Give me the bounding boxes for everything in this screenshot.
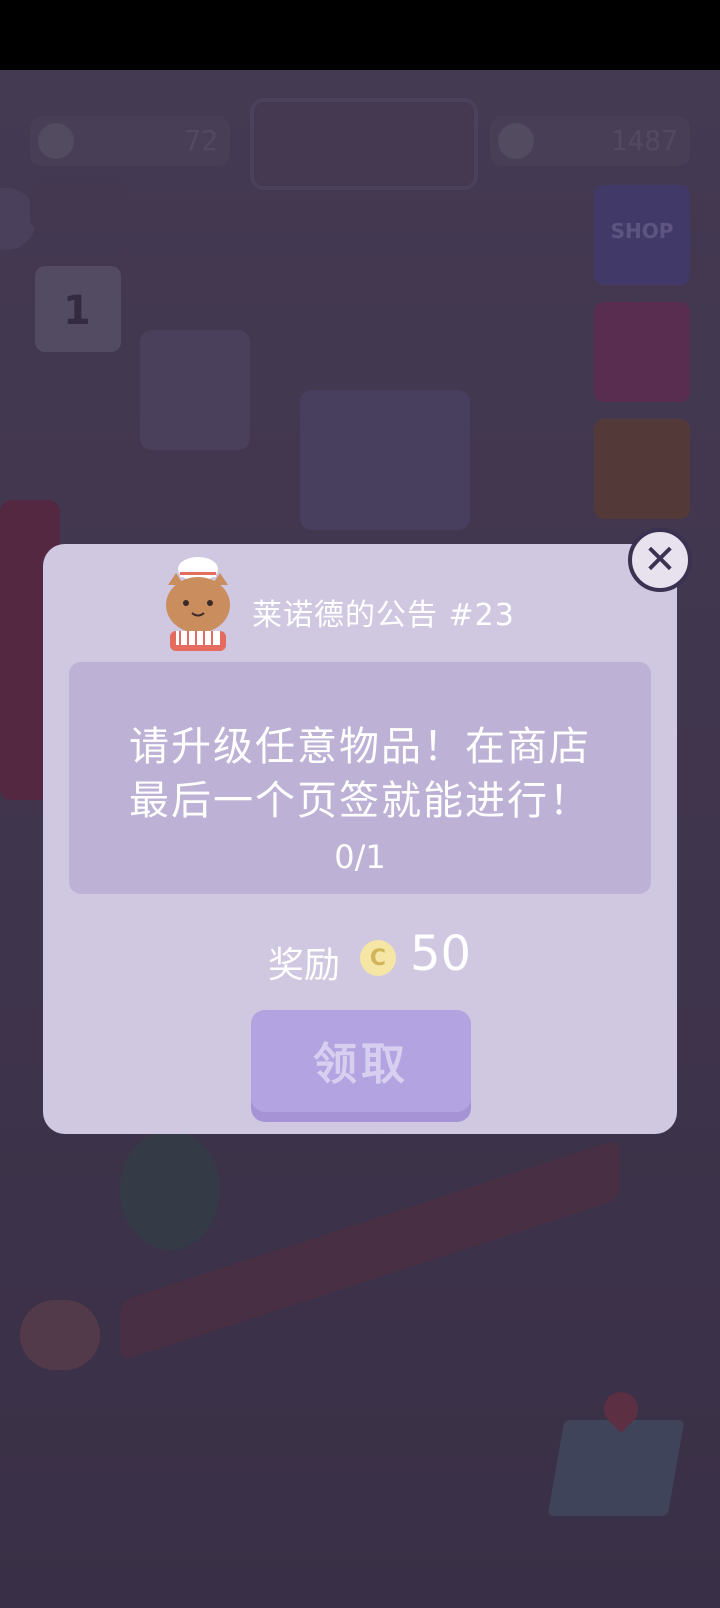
task-description: 请升级任意物品！在商店 最后一个页签就能进行！ — [69, 720, 651, 828]
close-icon: ✕ — [643, 537, 677, 583]
dialog-title: 莱诺德的公告 #23 — [252, 598, 515, 633]
task-progress: 0/1 — [334, 838, 386, 876]
task-line-2: 最后一个页签就能进行！ — [129, 778, 591, 824]
coin-symbol: C — [369, 945, 387, 971]
reward-label: 奖励 — [268, 945, 341, 986]
task-line-1: 请升级任意物品！在商店 — [129, 724, 591, 770]
coin-icon: C — [360, 940, 396, 976]
claim-button-label: 领取 — [313, 1039, 409, 1090]
task-panel: 请升级任意物品！在商店 最后一个页签就能进行！ 0/1 — [69, 662, 651, 894]
reward-value: 50 — [410, 926, 472, 982]
claim-button[interactable]: 领取 — [251, 1010, 471, 1112]
status-bar — [0, 0, 720, 70]
cat-chef-avatar — [166, 557, 230, 651]
close-button[interactable]: ✕ — [628, 528, 692, 592]
